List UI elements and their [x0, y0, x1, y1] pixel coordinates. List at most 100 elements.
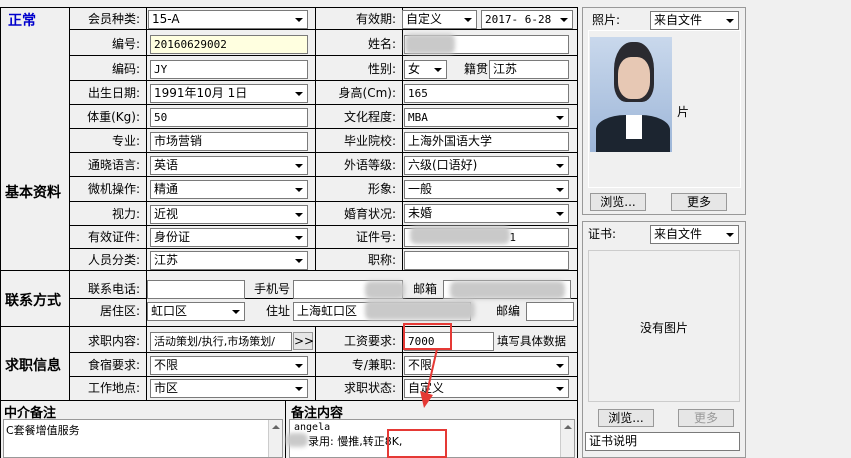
id-type-label: 有效证件: [87, 230, 140, 244]
member-type-select[interactable]: 15-A [148, 10, 308, 29]
redacted-email [450, 281, 565, 299]
name-label: 姓名: [367, 37, 396, 51]
title-field[interactable] [404, 251, 569, 270]
code-label: 编码: [111, 62, 140, 76]
major-field[interactable]: 市场营销 [150, 132, 308, 151]
code-field[interactable]: JY [150, 60, 308, 79]
status-label: 正常 [8, 13, 36, 29]
chevron-down-icon [228, 303, 244, 320]
cert-more-button[interactable]: 更多 [678, 409, 734, 427]
district-label: 居住区: [99, 304, 140, 318]
board-select[interactable]: 不限 [150, 356, 308, 375]
chevron-down-icon [722, 226, 738, 243]
cert-source-select[interactable]: 来自文件 [650, 225, 739, 244]
native-label: 籍贯 [463, 62, 488, 76]
title-label: 职称: [367, 253, 396, 267]
chevron-down-icon [552, 109, 568, 126]
location-select[interactable]: 市区 [150, 379, 308, 398]
chevron-down-icon [552, 205, 568, 222]
remark-line-2: 录用: 慢推, [308, 435, 363, 448]
phone-label: 联系电话: [87, 282, 140, 296]
arrow-down-icon [420, 348, 438, 408]
id-number-label: 证件号: [355, 230, 396, 244]
job-content-field[interactable]: 活动策划/执行,市场策划/ [150, 332, 292, 351]
category-label: 人员分类: [87, 253, 140, 267]
section-job: 求职信息 [5, 358, 61, 374]
photo-overlay-text: 片 [677, 105, 690, 119]
cert-description-field[interactable]: 证书说明 [585, 432, 740, 451]
postcode-field[interactable] [526, 302, 574, 321]
photo-source-select[interactable]: 来自文件 [650, 11, 739, 30]
job-content-more-button[interactable]: >> [293, 332, 314, 350]
email-label: 邮箱 [412, 282, 437, 296]
education-label: 文化程度: [343, 110, 396, 124]
chevron-down-icon [291, 181, 307, 198]
weight-field[interactable]: 50 [150, 108, 308, 127]
address-label: 住址 [265, 304, 290, 318]
mobile-label: 手机号 [253, 282, 290, 296]
validity-mode-select[interactable]: 自定义 [402, 10, 477, 29]
photo-more-button[interactable]: 更多 [671, 193, 727, 211]
appearance-select[interactable]: 一般 [404, 180, 569, 199]
eyesight-label: 视力: [111, 207, 140, 221]
location-label: 工作地点: [87, 381, 140, 395]
chevron-down-icon [291, 357, 307, 374]
redacted-id-number [410, 226, 510, 244]
education-select[interactable]: MBA [404, 108, 569, 127]
fulltime-label: 专/兼职: [351, 358, 396, 372]
section-basic: 基本资料 [5, 185, 61, 201]
job-content-label: 求职内容: [87, 334, 140, 348]
birthdate-label: 出生日期: [87, 86, 140, 100]
marital-select[interactable]: 未婚 [404, 204, 569, 223]
chevron-down-icon [291, 229, 307, 246]
validity-label: 有效期: [355, 12, 396, 26]
category-select[interactable]: 江苏 [150, 251, 308, 270]
language-select[interactable]: 英语 [150, 156, 308, 175]
chevron-down-icon [291, 157, 307, 174]
chevron-down-icon [430, 61, 446, 78]
id-type-select[interactable]: 身份证 [150, 228, 308, 247]
district-select[interactable]: 虹口区 [147, 302, 245, 321]
number-field[interactable]: 20160629002 [150, 35, 308, 54]
scrollbar[interactable] [560, 420, 574, 457]
height-label: 身高(Cm): [338, 86, 396, 100]
eyesight-select[interactable]: 近视 [150, 205, 308, 224]
school-field[interactable]: 上海外国语大学 [404, 132, 569, 151]
native-field[interactable]: 江苏 [489, 60, 569, 79]
school-label: 毕业院校: [343, 134, 396, 148]
birthdate-picker[interactable]: 1991年10月 1日 [150, 84, 308, 103]
marital-label: 婚育状况: [343, 207, 396, 221]
photo-image [590, 37, 672, 152]
height-field[interactable]: 165 [404, 84, 569, 103]
cert-browse-button[interactable]: 浏览... [598, 409, 654, 427]
validity-date-picker[interactable]: 2017- 6-28 [481, 10, 573, 29]
computer-select[interactable]: 精通 [150, 180, 308, 199]
chevron-up-icon [564, 425, 572, 429]
remark-highlight-box [387, 429, 447, 458]
language-label: 通晓语言: [87, 158, 140, 172]
chevron-down-icon [291, 252, 307, 269]
scrollbar[interactable] [268, 420, 282, 457]
salary-hint: 填写具体数据 [497, 334, 566, 348]
chevron-down-icon [552, 380, 568, 397]
chevron-down-icon [291, 11, 307, 28]
cert-empty-text: 没有图片 [639, 321, 688, 335]
phone-field[interactable] [147, 280, 245, 299]
member-type-label: 会员种类: [87, 12, 140, 26]
gender-select[interactable]: 女 [404, 60, 447, 79]
photo-label: 照片: [592, 13, 621, 27]
major-label: 专业: [111, 134, 140, 148]
chevron-down-icon [460, 11, 476, 28]
redacted-address [365, 300, 475, 320]
postcode-label: 邮编 [495, 304, 520, 318]
chevron-down-icon [552, 157, 568, 174]
redacted-remark [286, 433, 308, 447]
chevron-down-icon [722, 12, 738, 29]
photo-browse-button[interactable]: 浏览... [590, 193, 646, 211]
chevron-up-icon [272, 425, 280, 429]
gender-label: 性别: [367, 62, 396, 76]
salary-label: 工资要求: [343, 334, 396, 348]
chevron-down-icon [556, 11, 572, 28]
foreign-level-select[interactable]: 六级(口语好) [404, 156, 569, 175]
agency-note-textarea[interactable]: C套餐增值服务 [3, 419, 283, 458]
